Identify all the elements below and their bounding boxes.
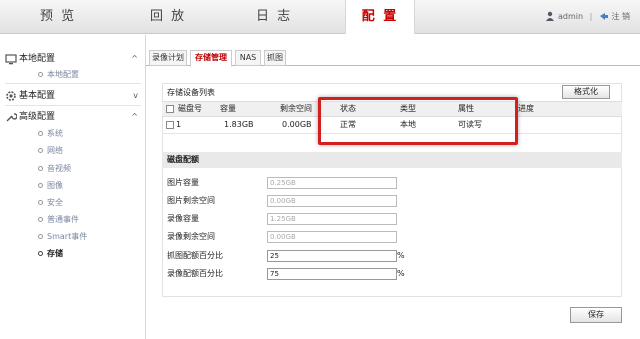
sidebar-item-label: Smart事件 xyxy=(47,232,88,241)
sidebar-item-network[interactable]: 网络 xyxy=(38,145,63,157)
bullet-icon xyxy=(38,200,43,205)
quota-title: 磁盘配额 xyxy=(162,152,622,168)
top-nav: 预 览 回 放 日 志 配 置 admin | 注 销 xyxy=(0,0,640,34)
divider xyxy=(5,105,141,106)
divider xyxy=(5,83,141,84)
record-quota-input[interactable] xyxy=(267,268,397,280)
tab-snapshot[interactable]: 抓图 xyxy=(264,50,286,66)
percent-unit: % xyxy=(397,269,405,278)
sidebar-item-label: 存储 xyxy=(47,249,63,258)
gear-icon xyxy=(6,91,16,101)
sidebar-group-label: 本地配置 xyxy=(19,54,56,64)
field-label-snapshot-quota: 抓图配额百分比 xyxy=(167,251,223,260)
bullet-icon xyxy=(38,166,43,171)
tab-nas[interactable]: NAS xyxy=(235,50,261,66)
sidebar-group-label: 基本配置 xyxy=(19,91,56,101)
logout-icon xyxy=(599,13,608,20)
save-button[interactable]: 保存 xyxy=(570,307,622,323)
sidebar-item-label: 本地配置 xyxy=(47,70,79,79)
highlight-box xyxy=(318,97,518,145)
bullet-icon xyxy=(38,148,43,153)
cell-free: 0.00GB xyxy=(282,120,312,129)
column-header-free: 剩余空间 xyxy=(280,104,312,113)
chevron-up-icon: ^ xyxy=(131,54,138,63)
field-label-picture-free: 图片剩余空间 xyxy=(167,196,215,205)
field-label-record-capacity: 录像容量 xyxy=(167,214,199,223)
field-label-record-quota: 录像配额百分比 xyxy=(167,269,223,278)
snapshot-quota-input[interactable] xyxy=(267,250,397,262)
sidebar-item-image[interactable]: 图像 xyxy=(38,180,63,192)
cell-disk: 1 xyxy=(176,120,182,129)
tab-playback[interactable]: 回 放 xyxy=(150,0,210,34)
sidebar-item-smart-events[interactable]: Smart事件 xyxy=(38,231,87,243)
record-free-input xyxy=(267,231,397,243)
bullet-icon xyxy=(38,251,43,256)
user-separator: | xyxy=(589,12,593,21)
tab-preview[interactable]: 预 览 xyxy=(40,0,100,34)
bullet-icon xyxy=(38,131,43,136)
sidebar-group-local[interactable]: 本地配置 ^ xyxy=(0,51,146,67)
sidebar-group-basic[interactable]: 基本配置 v xyxy=(0,88,146,104)
user-area: admin | 注 销 xyxy=(545,0,630,34)
monitor-icon xyxy=(5,54,17,65)
cell-capacity: 1.83GB xyxy=(224,120,254,129)
bullet-icon xyxy=(38,183,43,188)
format-button[interactable]: 格式化 xyxy=(562,85,610,99)
column-header-disk: 磁盘号 xyxy=(178,104,202,113)
sidebar: 本地配置 ^ 本地配置 基本配置 v 高级配置 ^ 系统 网络 音视频 图像 安… xyxy=(0,35,146,339)
tab-storage-management[interactable]: 存储管理 xyxy=(190,50,232,67)
chevron-down-icon: v xyxy=(133,91,138,100)
field-label-picture-capacity: 图片容量 xyxy=(167,178,199,187)
username[interactable]: admin xyxy=(558,12,583,21)
tab-record-schedule[interactable]: 录像计划 xyxy=(149,50,187,66)
chevron-up-icon: ^ xyxy=(131,112,138,121)
column-header-capacity: 容量 xyxy=(220,104,236,113)
bullet-icon xyxy=(38,234,43,239)
sidebar-item-security[interactable]: 安全 xyxy=(38,197,63,209)
tab-config[interactable]: 配 置 xyxy=(345,0,415,34)
row-checkbox[interactable] xyxy=(166,121,174,129)
sidebar-group-label: 高级配置 xyxy=(19,112,56,122)
bullet-icon xyxy=(38,217,43,222)
sidebar-item-label: 系统 xyxy=(47,129,63,138)
sidebar-item-label: 图像 xyxy=(47,181,63,190)
sidebar-item-local-config[interactable]: 本地配置 xyxy=(38,69,79,81)
sub-tabs: 录像计划 存储管理 NAS 抓图 xyxy=(146,48,640,67)
field-label-record-free: 录像剩余空间 xyxy=(167,232,215,241)
record-capacity-input xyxy=(267,213,397,225)
wrench-icon xyxy=(6,113,17,122)
sidebar-item-storage[interactable]: 存储 xyxy=(38,248,63,260)
sidebar-item-system[interactable]: 系统 xyxy=(38,128,63,140)
select-all-checkbox[interactable] xyxy=(166,105,174,113)
sidebar-group-advanced[interactable]: 高级配置 ^ xyxy=(0,109,146,125)
picture-free-input xyxy=(267,195,397,207)
tab-log[interactable]: 日 志 xyxy=(256,0,316,34)
sidebar-item-events[interactable]: 普通事件 xyxy=(38,214,79,226)
column-header-progress: 进度 xyxy=(518,104,534,113)
sidebar-item-label: 音视频 xyxy=(47,164,71,173)
sidebar-item-av[interactable]: 音视频 xyxy=(38,163,71,175)
sidebar-item-label: 安全 xyxy=(47,198,63,207)
percent-unit: % xyxy=(397,251,405,260)
sidebar-item-label: 网络 xyxy=(47,146,63,155)
user-icon xyxy=(546,11,555,21)
bullet-icon xyxy=(38,72,43,77)
logout-link[interactable]: 注 销 xyxy=(611,12,630,21)
sidebar-item-label: 普通事件 xyxy=(47,215,79,224)
picture-capacity-input xyxy=(267,177,397,189)
